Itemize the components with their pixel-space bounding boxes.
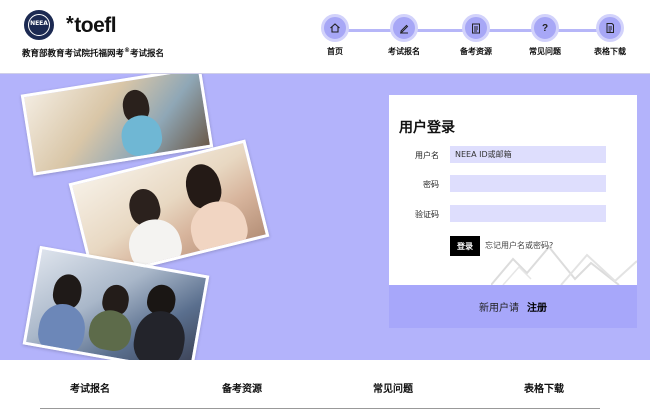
footer-item-downloads[interactable]: 表格下载 <box>524 380 564 395</box>
toefl-asterisk: * <box>66 13 74 35</box>
site-name-suffix: 考试报名 <box>130 49 165 59</box>
clipboard-icon[interactable] <box>462 14 490 42</box>
nav-label-registration: 考试报名 <box>388 47 420 56</box>
footer-nav: 考试报名 备考资源 常见问题 表格下载 <box>0 360 650 410</box>
captcha-label: 验证码 <box>415 210 439 219</box>
footer-item-faq[interactable]: 常见问题 <box>373 380 413 395</box>
site-header: NEEA *toefl 教育部教育考试院托福网考®考试报名 首页 考试报名 备考… <box>0 0 650 74</box>
nav-item-downloads[interactable]: 表格下载 <box>580 14 640 57</box>
login-button[interactable]: 登录 <box>450 236 480 256</box>
hero-banner: 用户登录 用户名 密码 验证码 登录 忘记用户名或密码? 新用户请 注册 <box>0 74 650 360</box>
nav-item-registration[interactable]: 考试报名 <box>374 14 434 57</box>
forgot-password-link[interactable]: 忘记用户名或密码? <box>485 240 553 251</box>
home-icon[interactable] <box>321 14 349 42</box>
site-name: 教育部教育考试院托福网考®考试报名 <box>22 47 164 59</box>
register-bar: 新用户请 注册 <box>389 285 637 328</box>
nav-label-faq: 常见问题 <box>529 47 561 56</box>
site-name-prefix: 教育部教育考试院托福网考 <box>22 49 125 59</box>
students-group-photo <box>22 245 210 360</box>
password-label: 密码 <box>423 180 439 189</box>
toefl-wordmark: toefl <box>74 14 117 37</box>
student-shirt-3 <box>130 307 190 360</box>
footer-item-registration[interactable]: 考试报名 <box>70 380 110 395</box>
captcha-input[interactable] <box>450 205 606 222</box>
nav-label-home: 首页 <box>327 47 343 56</box>
register-link[interactable]: 注册 <box>527 299 547 314</box>
login-title: 用户登录 <box>399 120 455 136</box>
username-label: 用户名 <box>415 151 439 160</box>
login-card: 用户登录 用户名 密码 验证码 登录 忘记用户名或密码? <box>389 95 637 285</box>
edit-icon[interactable] <box>390 14 418 42</box>
register-prompt: 新用户请 <box>479 303 519 314</box>
document-icon[interactable] <box>596 14 624 42</box>
footer-item-resources[interactable]: 备考资源 <box>222 380 262 395</box>
username-input[interactable] <box>450 146 606 163</box>
footer-divider <box>40 408 600 409</box>
student-shirt <box>118 112 165 159</box>
neea-logo[interactable]: NEEA <box>24 10 54 40</box>
nav-label-downloads: 表格下载 <box>594 47 626 56</box>
toefl-logo[interactable]: *toefl <box>66 13 117 38</box>
question-icon[interactable]: ? <box>531 14 559 42</box>
nav-item-resources[interactable]: 备考资源 <box>446 14 506 57</box>
nav-item-home[interactable]: 首页 <box>305 14 365 57</box>
student-shirt-2 <box>86 306 135 354</box>
nav-label-resources: 备考资源 <box>460 47 492 56</box>
student-shirt-1 <box>34 300 89 358</box>
nav-item-faq[interactable]: ? 常见问题 <box>515 14 575 57</box>
logo-text: NEEA <box>30 20 48 27</box>
password-input[interactable] <box>450 175 606 192</box>
